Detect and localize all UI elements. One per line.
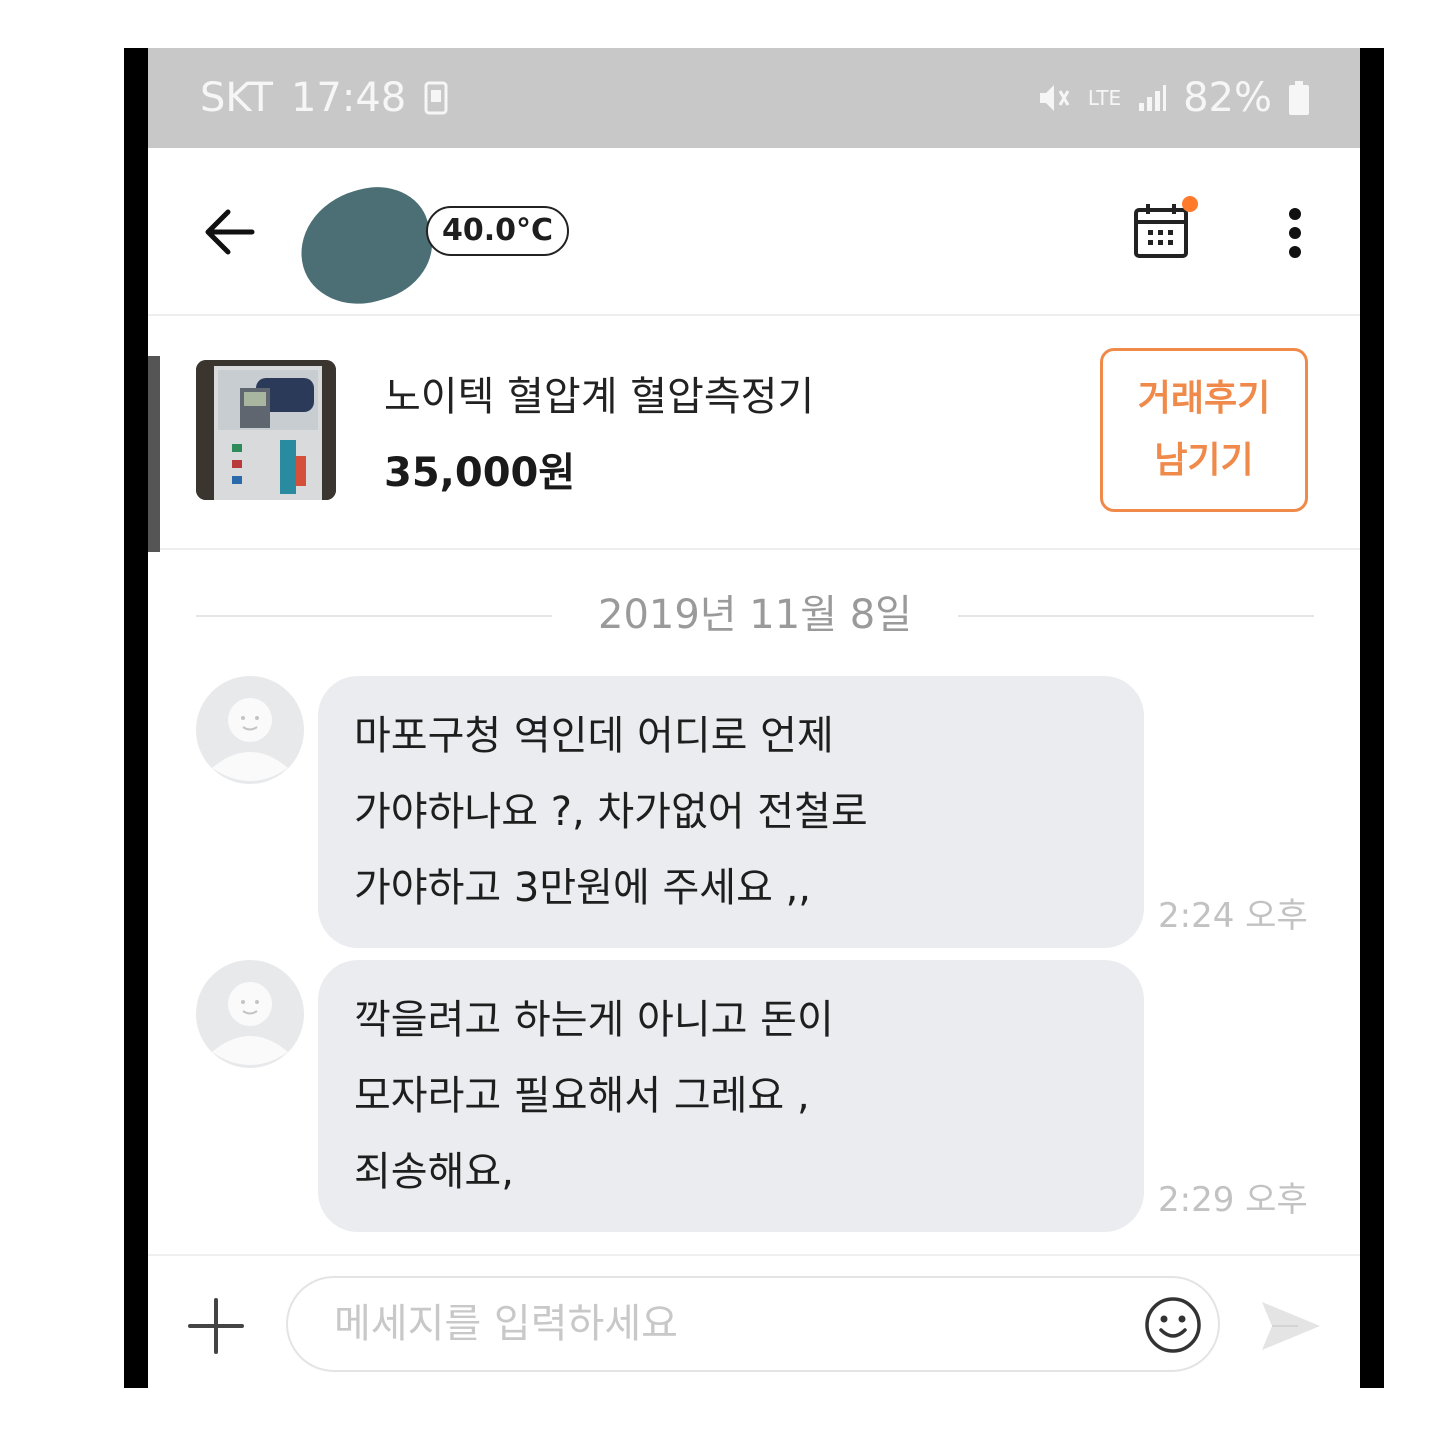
message-text: 가야하나요 ?, 차가없어 전철로 [354,789,868,835]
send-icon[interactable] [1258,1296,1324,1356]
message-bubble[interactable]: 마포구청 역인데 어디로 언제 가야하나요 ?, 차가없어 전철로 가야하고 3… [318,676,1144,948]
status-bar: SKT 17:48 LTE 82% [148,48,1360,148]
carrier: SKT [200,75,273,121]
message-bubble[interactable]: 깍을려고 하는게 아니고 돈이 모자라고 필요해서 그레요 , 죄송해요, [318,960,1144,1232]
message-text: 깍을려고 하는게 아니고 돈이 [354,997,834,1043]
divider-line [958,615,1314,617]
plus-icon[interactable] [186,1296,246,1356]
product-edge-shadow [148,356,160,552]
phone-screen: SKT 17:48 LTE 82% 40.0°C 노이텍 혈압계 혈압측정기 3… [148,48,1360,1388]
more-vertical-icon[interactable] [1272,200,1318,266]
manner-temperature-badge: 40.0°C [426,206,570,256]
message-composer [148,1254,1360,1388]
sender-avatar[interactable] [196,676,304,784]
mute-icon [1036,81,1072,115]
sender-avatar[interactable] [196,960,304,1068]
battery-icon [1288,80,1310,116]
review-button-line2: 남기기 [1154,440,1254,481]
product-info-bar[interactable]: 노이텍 혈압계 혈압측정기 35,000원 거래후기 남기기 [148,316,1360,552]
left-border [124,48,148,1388]
emoji-icon[interactable] [1144,1296,1202,1354]
clock: 17:48 [290,75,407,121]
message-time: 2:24 오후 [1158,896,1308,936]
phone-notification-icon [424,81,448,115]
network-type: LTE [1087,86,1122,110]
product-thumbnail[interactable] [196,360,336,500]
leave-review-button[interactable]: 거래후기 남기기 [1100,348,1308,512]
message-text: 모자라고 필요해서 그레요 , [354,1073,810,1119]
battery-percent: 82% [1183,75,1272,121]
back-arrow-icon[interactable] [200,202,260,262]
message-time: 2:29 오후 [1158,1180,1308,1220]
message-text: 마포구청 역인데 어디로 언제 [354,713,834,759]
product-price: 35,000원 [384,450,576,496]
notification-dot [1182,196,1198,212]
redacted-username [287,173,445,319]
message-input[interactable] [286,1276,1220,1372]
review-button-line1: 거래후기 [1137,378,1271,419]
signal-icon [1137,83,1167,113]
chat-header: 40.0°C [148,148,1360,319]
date-divider: 2019년 11월 8일 [196,590,1314,640]
product-title: 노이텍 혈압계 혈압측정기 [384,374,815,420]
right-border [1360,48,1384,1388]
message-text: 가야하고 3만원에 주세요 ,, [354,865,812,911]
message-text: 죄송해요, [354,1149,514,1195]
